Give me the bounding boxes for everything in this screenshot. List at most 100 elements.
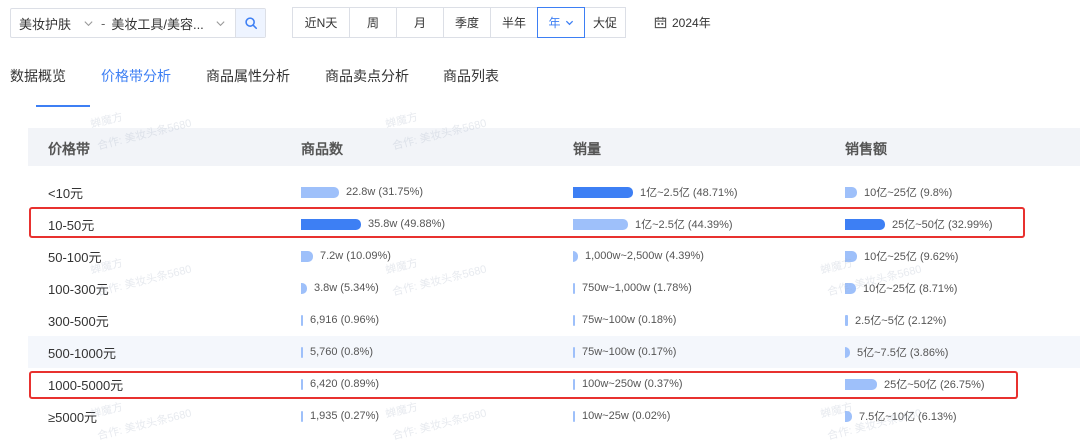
- period-promotion[interactable]: 大促: [584, 7, 626, 38]
- table-header: 价格带 商品数 销量 销售额: [28, 128, 1080, 166]
- sales-volume-value: 1,000w~2,500w (4.39%): [585, 250, 704, 262]
- sales-volume-bar: [573, 314, 575, 326]
- product-count-cell: 5,760 (0.8%): [301, 345, 373, 359]
- price-band-label: 100-300元: [48, 282, 109, 297]
- sales-volume-bar: [573, 282, 575, 294]
- sales-amount-cell: 10亿~25亿 (9.8%): [845, 185, 952, 199]
- sales-volume-cell: 1,000w~2,500w (4.39%): [573, 249, 704, 263]
- table-row[interactable]: <10元 22.8w (31.75%) 1亿~2.5亿 (48.71%) 10亿~25…: [28, 176, 1080, 208]
- product-count-value: 5,760 (0.8%): [310, 346, 373, 358]
- sales-volume-value: 1亿~2.5亿 (48.71%): [640, 187, 738, 199]
- category-separator: -: [101, 15, 106, 31]
- period-week[interactable]: 周: [349, 7, 397, 38]
- sales-volume-cell: 75w~100w (0.18%): [573, 313, 676, 327]
- table-row[interactable]: 300-500元 6,916 (0.96%) 75w~100w (0.18%) 2.5…: [28, 304, 1080, 336]
- sales-amount-bar: [845, 314, 848, 326]
- header-sales-amount: 销售额: [845, 141, 887, 157]
- product-count-cell: 3.8w (5.34%): [301, 281, 379, 295]
- header-sales-volume: 销量: [573, 141, 601, 157]
- category-primary[interactable]: 美妆护肤: [19, 14, 79, 33]
- sales-amount-bar: [845, 410, 852, 422]
- period-half-year[interactable]: 半年: [490, 7, 538, 38]
- analysis-tabs: 数据概览 价格带分析 商品属性分析 商品卖点分析 商品列表: [0, 58, 1080, 108]
- sales-volume-bar: [573, 410, 575, 422]
- sales-amount-value: 5亿~7.5亿 (3.86%): [857, 347, 949, 359]
- calendar-icon: [654, 16, 667, 29]
- sales-volume-cell: 750w~1,000w (1.78%): [573, 281, 692, 295]
- header-product-count: 商品数: [301, 141, 343, 157]
- product-count-bar: [301, 410, 303, 422]
- table-row[interactable]: 100-300元 3.8w (5.34%) 750w~1,000w (1.78%) 1…: [28, 272, 1080, 304]
- sales-volume-value: 75w~100w (0.17%): [582, 346, 677, 358]
- price-band-label: 300-500元: [48, 314, 109, 329]
- sales-amount-value: 10亿~25亿 (9.8%): [864, 187, 953, 199]
- product-count-value: 22.8w (31.75%): [346, 186, 424, 198]
- category-secondary[interactable]: 美妆工具/美容...: [111, 14, 211, 33]
- active-tab-indicator: [36, 105, 90, 107]
- highlight-box: [29, 371, 1018, 399]
- sales-amount-bar: [845, 186, 857, 198]
- sales-volume-value: 75w~100w (0.18%): [582, 314, 677, 326]
- period-quarter[interactable]: 季度: [443, 7, 491, 38]
- product-count-value: 6,916 (0.96%): [310, 314, 380, 326]
- product-count-cell: 1,935 (0.27%): [301, 409, 379, 423]
- sales-volume-bar: [573, 346, 575, 358]
- chevron-down-icon[interactable]: [79, 18, 97, 29]
- period-year-label: 年: [548, 16, 561, 30]
- product-count-bar: [301, 186, 339, 198]
- price-band-table: 价格带 商品数 销量 销售额 <10元 22.8w (31.75%) 1亿~2.5亿…: [28, 128, 1080, 425]
- sales-volume-value: 10w~25w (0.02%): [582, 410, 671, 422]
- period-month[interactable]: 月: [396, 7, 444, 38]
- product-count-value: 7.2w (10.09%): [320, 250, 391, 262]
- product-count-bar: [301, 282, 307, 294]
- search-icon: [244, 17, 257, 30]
- filter-bar: 美妆护肤 - 美妆工具/美容... 近N天 周 月 季度 半年 年 大促 202…: [0, 0, 1080, 46]
- period-year[interactable]: 年: [537, 7, 585, 38]
- product-count-cell: 6,916 (0.96%): [301, 313, 379, 327]
- price-band-label: 500-1000元: [48, 346, 116, 361]
- tab-product-list[interactable]: 商品列表: [443, 66, 499, 86]
- sales-amount-bar: [845, 282, 856, 294]
- sales-amount-cell: 5亿~7.5亿 (3.86%): [845, 345, 948, 359]
- price-band-label: 50-100元: [48, 250, 102, 265]
- sales-volume-value: 750w~1,000w (1.78%): [582, 282, 692, 294]
- sales-amount-value: 2.5亿~5亿 (2.12%): [855, 315, 947, 327]
- period-recent-days[interactable]: 近N天: [292, 7, 350, 38]
- tab-product-attribute-analysis[interactable]: 商品属性分析: [206, 66, 290, 86]
- sales-volume-cell: 10w~25w (0.02%): [573, 409, 670, 423]
- product-count-cell: 7.2w (10.09%): [301, 249, 391, 263]
- highlight-box: [29, 207, 1025, 238]
- year-value: 2024年: [672, 16, 711, 30]
- product-count-bar: [301, 314, 303, 326]
- period-selector: 近N天 周 月 季度 半年 年 大促: [292, 7, 626, 38]
- header-price-band: 价格带: [48, 141, 90, 157]
- tab-data-overview[interactable]: 数据概览: [10, 66, 66, 86]
- product-count-cell: 22.8w (31.75%): [301, 185, 423, 199]
- chevron-down-icon[interactable]: [211, 18, 229, 29]
- product-count-bar: [301, 346, 303, 358]
- table-row[interactable]: 500-1000元 5,760 (0.8%) 75w~100w (0.17%) 5亿~…: [28, 336, 1080, 368]
- chevron-down-icon: [565, 20, 573, 26]
- tab-selling-point-analysis[interactable]: 商品卖点分析: [325, 66, 409, 86]
- sales-amount-value: 7.5亿~10亿 (6.13%): [859, 411, 957, 423]
- sales-amount-bar: [845, 346, 850, 358]
- product-count-value: 3.8w (5.34%): [314, 282, 379, 294]
- sales-volume-cell: 1亿~2.5亿 (48.71%): [573, 185, 738, 199]
- sales-amount-value: 10亿~25亿 (8.71%): [863, 283, 958, 295]
- sales-volume-bar: [573, 186, 633, 198]
- sales-amount-cell: 10亿~25亿 (8.71%): [845, 281, 957, 295]
- year-picker[interactable]: 2024年: [654, 7, 711, 38]
- category-select[interactable]: 美妆护肤 - 美妆工具/美容...: [10, 8, 266, 38]
- table-row[interactable]: 50-100元 7.2w (10.09%) 1,000w~2,500w (4.39%…: [28, 240, 1080, 272]
- sales-amount-value: 10亿~25亿 (9.62%): [864, 251, 959, 263]
- search-button[interactable]: [235, 9, 265, 37]
- tab-price-band-analysis[interactable]: 价格带分析: [101, 66, 171, 86]
- table-row[interactable]: ≥5000元 1,935 (0.27%) 10w~25w (0.02%) 7.5亿~1…: [28, 400, 1080, 432]
- price-band-label: ≥5000元: [48, 410, 98, 425]
- sales-volume-cell: 75w~100w (0.17%): [573, 345, 676, 359]
- product-count-value: 1,935 (0.27%): [310, 410, 380, 422]
- sales-amount-cell: 10亿~25亿 (9.62%): [845, 249, 958, 263]
- product-count-bar: [301, 250, 313, 262]
- sales-amount-cell: 2.5亿~5亿 (2.12%): [845, 313, 946, 327]
- sales-volume-bar: [573, 250, 578, 262]
